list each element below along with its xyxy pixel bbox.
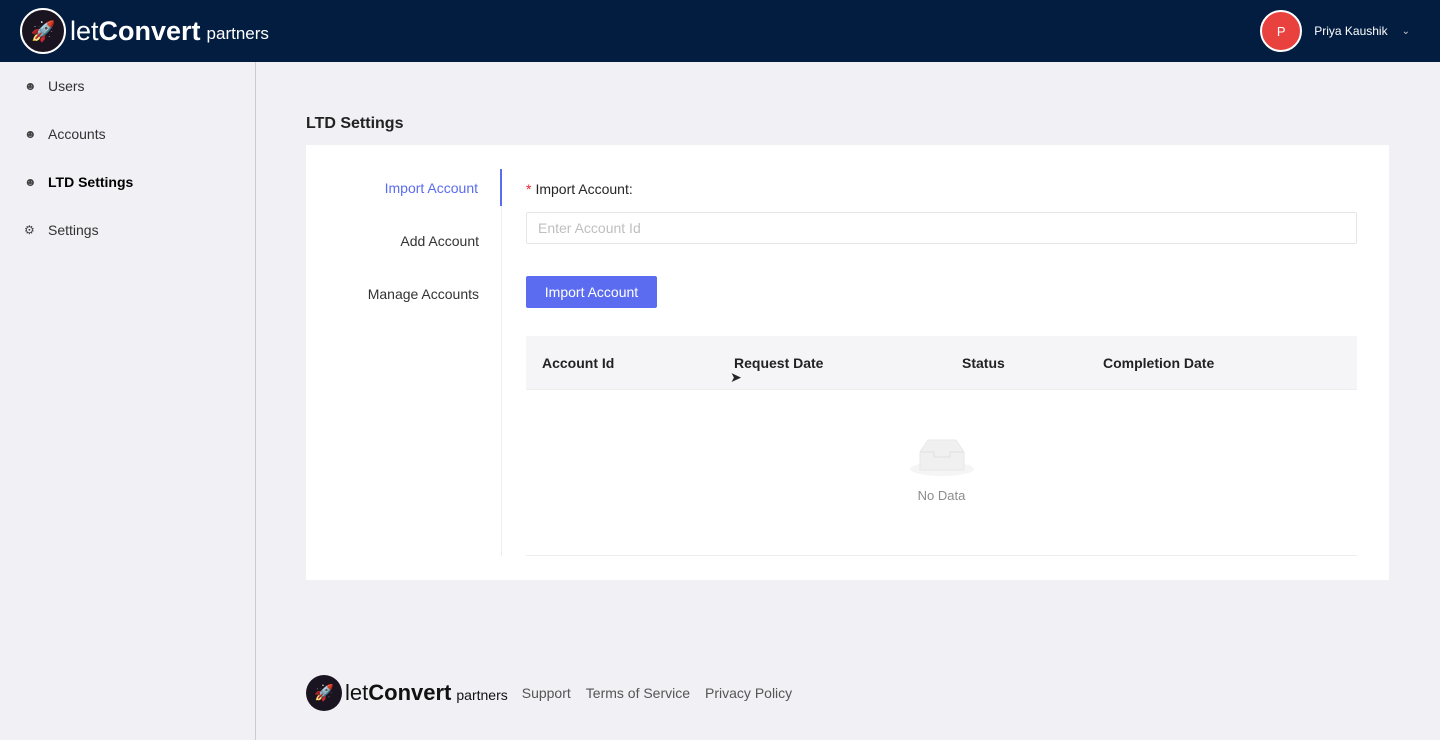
brand-let: let xyxy=(70,15,99,46)
sidebar: ☻ Users ☻ Accounts ☻ LTD Settings ⚙ Settings xyxy=(0,62,256,740)
sidebar-item-settings[interactable]: ⚙ Settings xyxy=(0,206,255,254)
sidebar-item-ltd-settings[interactable]: ☻ LTD Settings xyxy=(0,158,255,206)
chevron-down-icon: ⌄ xyxy=(1401,25,1410,37)
gear-icon: ⚙ xyxy=(24,223,35,237)
sidebar-item-label: Settings xyxy=(48,222,99,238)
tab-add-account[interactable]: Add Account xyxy=(306,222,501,275)
avatar: P xyxy=(1260,10,1303,52)
column-status: Status xyxy=(962,355,1005,371)
tab-manage-accounts[interactable]: Manage Accounts xyxy=(306,275,501,328)
rocket-icon: 🚀 xyxy=(20,8,66,54)
brand-let: let xyxy=(345,680,369,705)
user-icon: ☻ xyxy=(24,127,37,141)
footer: 🚀 let Convert partners Support Terms of Se… xyxy=(306,675,807,711)
brand-convert: Convert xyxy=(98,15,201,46)
no-data-text: No Data xyxy=(917,488,966,503)
table-header: Account Id Request Date Status Completio… xyxy=(526,336,1357,390)
account-id-input[interactable] xyxy=(526,212,1357,244)
footer-link-privacy[interactable]: Privacy Policy xyxy=(705,685,792,701)
settings-card: Import Account Add Account Manage Accoun… xyxy=(306,145,1389,580)
sidebar-item-label: Users xyxy=(48,78,85,94)
sidebar-item-users[interactable]: ☻ Users xyxy=(0,62,255,110)
empty-state: No Data xyxy=(526,436,1357,503)
user-name: Priya Kaushik xyxy=(1314,24,1388,38)
column-request-date: Request Date xyxy=(734,355,824,371)
top-bar: 🚀 let Convert partners P Priya Kaushik ⌄ xyxy=(0,0,1440,62)
brand-logo[interactable]: 🚀 let Convert partners xyxy=(20,8,269,54)
brand-partners: partners xyxy=(456,687,508,703)
sidebar-item-accounts[interactable]: ☻ Accounts xyxy=(0,110,255,158)
brand-convert: Convert xyxy=(368,680,452,705)
user-menu[interactable]: P Priya Kaushik ⌄ xyxy=(1260,10,1410,52)
footer-link-terms[interactable]: Terms of Service xyxy=(586,685,690,701)
required-mark: * xyxy=(526,181,532,197)
user-icon: ☻ xyxy=(24,79,37,93)
page-title: LTD Settings xyxy=(306,115,404,132)
sidebar-item-label: Accounts xyxy=(48,126,106,142)
mouse-cursor-icon: ➤ xyxy=(730,369,742,385)
label-text: Import Account xyxy=(535,181,629,197)
footer-logo[interactable]: 🚀 let Convert partners xyxy=(306,675,508,711)
import-account-button[interactable]: Import Account xyxy=(526,276,657,308)
rocket-icon: 🚀 xyxy=(306,675,342,711)
footer-link-support[interactable]: Support xyxy=(522,685,571,701)
brand-partners: partners xyxy=(206,24,269,43)
tab-import-account[interactable]: Import Account xyxy=(306,169,502,206)
empty-inbox-icon xyxy=(909,436,974,476)
import-account-label: * Import Account: xyxy=(526,181,633,197)
column-account-id: Account Id xyxy=(542,355,615,371)
user-icon: ☻ xyxy=(24,175,37,189)
import-table: Account Id Request Date Status Completio… xyxy=(526,336,1357,556)
column-completion-date: Completion Date xyxy=(1103,355,1215,371)
vertical-tabs: Import Account Add Account Manage Accoun… xyxy=(306,169,502,556)
sidebar-item-label: LTD Settings xyxy=(48,174,134,190)
label-colon: : xyxy=(628,181,633,197)
